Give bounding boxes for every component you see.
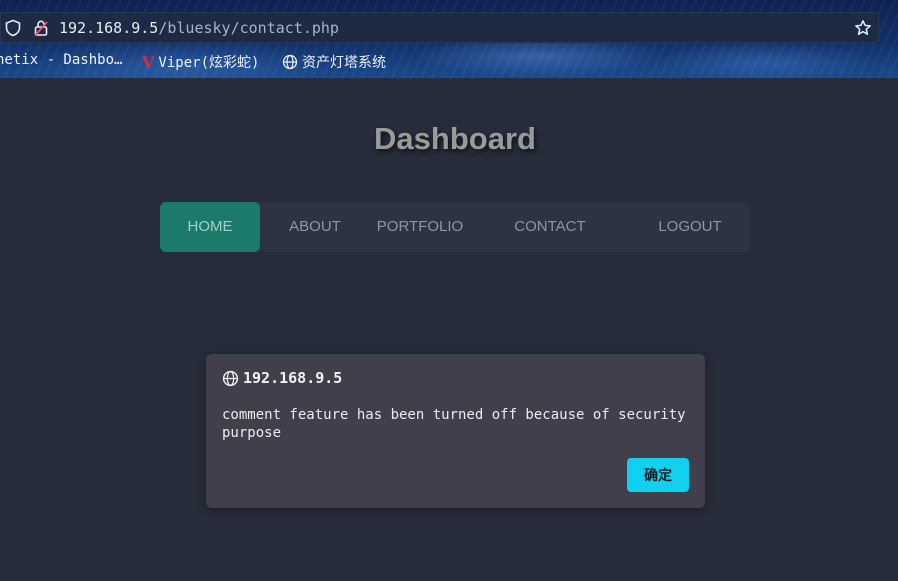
viper-logo-icon: V bbox=[142, 52, 155, 72]
url-path: /bluesky/contact.php bbox=[158, 19, 339, 37]
star-icon[interactable] bbox=[854, 19, 872, 37]
nav-home[interactable]: HOME bbox=[160, 202, 260, 252]
lock-warning-icon[interactable] bbox=[32, 19, 50, 37]
nav-logout[interactable]: LOGOUT bbox=[640, 202, 740, 252]
nav-portfolio[interactable]: PORTFOLIO bbox=[370, 202, 470, 252]
page-title: Dashboard bbox=[374, 121, 536, 156]
bookmark-label: netix - Dashbo… bbox=[0, 52, 123, 68]
url-host: 192.168.9.5 bbox=[59, 19, 159, 37]
dialog-header: 192.168.9.5 bbox=[222, 369, 342, 387]
dialog-message: comment feature has been turned off beca… bbox=[222, 407, 686, 441]
main-nav: HOME ABOUT PORTFOLIO CONTACT LOGOUT bbox=[160, 202, 750, 252]
alert-dialog: 192.168.9.5 comment feature has been tur… bbox=[206, 354, 705, 508]
nav-about[interactable]: ABOUT bbox=[275, 202, 355, 252]
url-text[interactable]: 192.168.9.5/bluesky/contact.php bbox=[59, 19, 339, 37]
ok-button[interactable]: 确定 bbox=[627, 458, 689, 492]
bookmark-viper[interactable]: V Viper(炫彩蛇) bbox=[142, 52, 259, 72]
nav-contact[interactable]: CONTACT bbox=[500, 202, 600, 252]
bookmark-asset-lighthouse[interactable]: 资产灯塔系统 bbox=[282, 52, 386, 72]
globe-icon bbox=[222, 370, 239, 386]
bookmarks-toolbar: netix - Dashbo… V Viper(炫彩蛇) 资产灯塔系统 bbox=[0, 50, 898, 74]
bookmark-label: Viper(炫彩蛇) bbox=[158, 55, 260, 71]
bookmark-netix[interactable]: netix - Dashbo… bbox=[0, 52, 122, 68]
dialog-host: 192.168.9.5 bbox=[243, 369, 343, 387]
browser-chrome: 192.168.9.5/bluesky/contact.php netix - … bbox=[0, 0, 898, 78]
globe-icon bbox=[282, 54, 298, 70]
shield-icon[interactable] bbox=[4, 19, 22, 37]
bookmark-label: 资产灯塔系统 bbox=[302, 55, 386, 71]
url-bar[interactable]: 192.168.9.5/bluesky/contact.php bbox=[0, 12, 879, 43]
